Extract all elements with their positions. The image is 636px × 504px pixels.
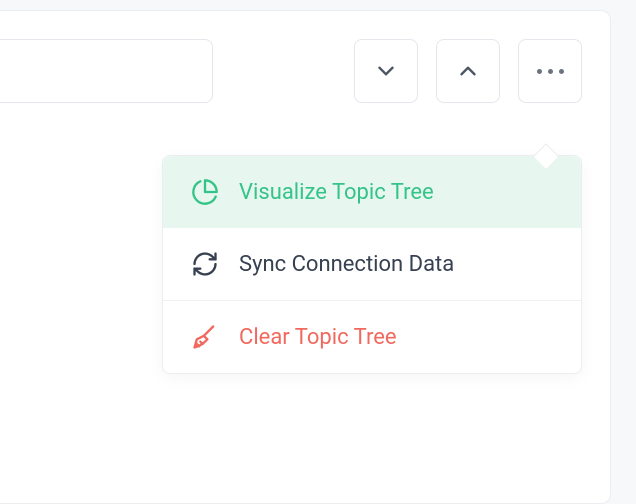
chevron-up-icon <box>455 58 481 84</box>
pie-chart-icon <box>191 178 219 206</box>
more-options-button[interactable] <box>518 39 582 103</box>
main-panel: Visualize Topic Tree Sync Connection Dat… <box>0 10 611 504</box>
menu-item-label: Visualize Topic Tree <box>239 180 434 205</box>
chevron-down-icon <box>373 58 399 84</box>
more-horizontal-icon <box>537 69 564 74</box>
broom-icon <box>191 323 219 351</box>
menu-item-label: Sync Connection Data <box>239 252 454 277</box>
collapse-up-button[interactable] <box>436 39 500 103</box>
expand-down-button[interactable] <box>354 39 418 103</box>
menu-item-label: Clear Topic Tree <box>239 325 397 350</box>
refresh-icon <box>191 250 219 278</box>
menu-item-clear-topic-tree[interactable]: Clear Topic Tree <box>163 301 581 373</box>
toolbar <box>0 11 610 103</box>
menu-item-visualize-topic-tree[interactable]: Visualize Topic Tree <box>163 156 581 228</box>
more-options-menu: Visualize Topic Tree Sync Connection Dat… <box>162 155 582 374</box>
menu-item-sync-connection-data[interactable]: Sync Connection Data <box>163 228 581 300</box>
search-input[interactable] <box>0 39 213 103</box>
